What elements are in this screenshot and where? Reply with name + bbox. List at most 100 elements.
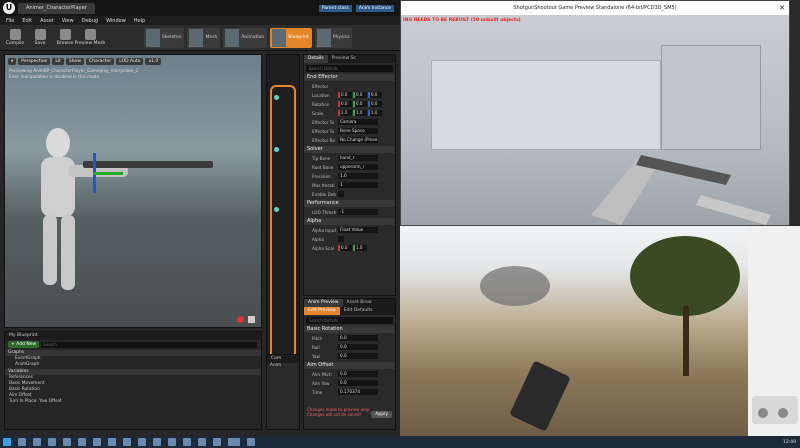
perspective-button[interactable]: Perspective (18, 58, 51, 65)
rotation-z-field[interactable]: 0.0 (368, 101, 382, 107)
section-solver[interactable]: Solver (304, 146, 395, 153)
start-icon[interactable] (3, 438, 11, 446)
app-icon[interactable] (108, 438, 116, 446)
roll-field[interactable]: 0.0 (338, 344, 378, 350)
section-aim-offset[interactable]: Aim Offset (304, 362, 395, 369)
show-button[interactable]: Show (65, 58, 85, 65)
tab-preview-scene[interactable]: Preview Sc (328, 55, 360, 63)
compiler-title[interactable]: Com (267, 355, 299, 363)
search-icon[interactable] (18, 438, 26, 446)
clock[interactable]: 12:49 (783, 440, 796, 445)
pitch-field[interactable]: 0.0 (338, 335, 378, 341)
app-icon[interactable] (138, 438, 146, 446)
effector-target-dropdown[interactable]: Camera (338, 119, 378, 125)
preview-search-input[interactable]: Search Details (306, 317, 393, 324)
save-button[interactable]: Save (29, 29, 51, 46)
lit-button[interactable]: Lit (52, 58, 64, 65)
scale-z-field[interactable]: 1.0 (368, 110, 382, 116)
menu-file[interactable]: File (6, 18, 14, 24)
my-blueprint-title[interactable]: My Blueprint (5, 332, 261, 340)
root-bone-dropdown[interactable]: upperarm_r (338, 164, 378, 170)
location-x-field[interactable]: 0.0 (338, 92, 352, 98)
compile-button[interactable]: Compile (4, 29, 26, 46)
chrome-icon[interactable] (63, 438, 71, 446)
tip-bone-dropdown[interactable]: hand_r (338, 155, 378, 161)
menu-view[interactable]: View (62, 18, 74, 24)
alpha-pin-icon[interactable] (338, 236, 344, 242)
tab-asset-browser[interactable]: Asset Brow (343, 299, 376, 307)
explorer-icon[interactable] (48, 438, 56, 446)
mode-physics[interactable]: Physics (314, 27, 353, 48)
character-button[interactable]: Character (86, 58, 115, 65)
mode-animation[interactable]: Animation (223, 27, 268, 48)
menu-window[interactable]: Window (106, 18, 126, 24)
section-end-effector[interactable]: End Effector (304, 74, 395, 81)
browse-button[interactable]: Browse (54, 29, 76, 46)
alpha-input-dropdown[interactable]: Float Value (338, 227, 378, 233)
premiere-icon[interactable] (198, 438, 206, 446)
rotation-x-field[interactable]: 0.0 (338, 101, 352, 107)
task-view-icon[interactable] (33, 438, 41, 446)
time-field[interactable]: 0.170374 (338, 389, 378, 395)
graph-animgraph[interactable]: AnimGraph (5, 362, 261, 368)
node-input-pin[interactable] (274, 207, 279, 212)
alpha-scale-max-field[interactable]: 1.0 (353, 245, 367, 251)
mode-blueprint[interactable]: Blueprint (270, 27, 312, 48)
menu-debug[interactable]: Debug (82, 18, 98, 24)
vscode-icon[interactable] (153, 438, 161, 446)
aim-pitch-field[interactable]: 0.0 (338, 371, 378, 377)
edit-preview-button[interactable]: Edit Preview (304, 307, 340, 315)
node-input-pin[interactable] (274, 95, 279, 100)
lod-button[interactable]: LOD Auto (116, 58, 144, 65)
menu-edit[interactable]: Edit (22, 18, 32, 24)
scale-y-field[interactable]: 1.0 (353, 110, 367, 116)
app-icon[interactable] (93, 438, 101, 446)
pause-button-icon[interactable] (758, 408, 768, 418)
anim-instance-badge[interactable]: Anim Instance (355, 4, 394, 12)
app-icon[interactable] (213, 438, 221, 446)
mode-skeleton[interactable]: Skeleton (144, 27, 185, 48)
scrollbar[interactable] (790, 0, 800, 226)
unreal-taskbar-icon[interactable] (168, 438, 176, 446)
rotation-mode-dropdown[interactable]: No Change (Prese (338, 137, 378, 143)
record-icon[interactable] (237, 316, 244, 323)
document-tab[interactable]: Animer_CharacterPlayer (18, 2, 95, 14)
max-iterations-field[interactable]: 1 (338, 182, 378, 188)
node-input-pin[interactable] (274, 147, 279, 152)
bone-space-dropdown[interactable]: Bone Space (338, 128, 378, 134)
aim-yaw-field[interactable]: 0.0 (338, 380, 378, 386)
apply-button[interactable]: Apply (371, 411, 392, 418)
section-performance[interactable]: Performance (304, 200, 395, 207)
enable-debug-checkbox[interactable] (338, 191, 344, 197)
tab-anim-preview[interactable]: Anim Preview (304, 299, 343, 307)
tab-details[interactable]: Details (304, 55, 328, 63)
speed-button[interactable]: x1.0 (145, 58, 162, 65)
check-button-icon[interactable] (778, 408, 788, 418)
app-icon[interactable] (228, 438, 240, 446)
location-y-field[interactable]: 0.0 (353, 92, 367, 98)
pause-icon[interactable] (248, 316, 255, 323)
details-search-input[interactable]: Search Details (306, 65, 393, 72)
rotation-y-field[interactable]: 0.0 (353, 101, 367, 107)
location-z-field[interactable]: 0.0 (368, 92, 382, 98)
alpha-scale-min-field[interactable]: 0.0 (338, 245, 352, 251)
blueprint-search-input[interactable]: Search (41, 341, 257, 348)
mode-mesh[interactable]: Mesh (187, 27, 221, 48)
section-alpha[interactable]: Alpha (304, 218, 395, 225)
viewport-menu-button[interactable]: ▾ (8, 58, 17, 65)
preview-mesh-button[interactable]: Preview Mesh (75, 29, 105, 46)
menu-help[interactable]: Help (134, 18, 145, 24)
var-cat-turn-in-place[interactable]: Turn In Place: Yaw Offset (5, 399, 261, 405)
precision-field[interactable]: 1.0 (338, 173, 378, 179)
app-icon[interactable] (123, 438, 131, 446)
preview-viewport[interactable]: ▾ Perspective Lit Show Character LOD Aut… (4, 54, 262, 328)
yaw-field[interactable]: 0.0 (338, 353, 378, 359)
scale-x-field[interactable]: 1.0 (338, 110, 352, 116)
edit-defaults-button[interactable]: Edit Defaults (340, 307, 377, 315)
section-basic-rotation[interactable]: Basic Rotation (304, 326, 395, 333)
add-new-button[interactable]: + Add New (8, 341, 40, 348)
lod-threshold-field[interactable]: -1 (338, 209, 378, 215)
menu-asset[interactable]: Asset (40, 18, 54, 24)
game-preview-window[interactable]: ShotgunShootout Game Preview Standalone … (400, 0, 790, 226)
close-icon[interactable]: ✕ (779, 1, 785, 15)
